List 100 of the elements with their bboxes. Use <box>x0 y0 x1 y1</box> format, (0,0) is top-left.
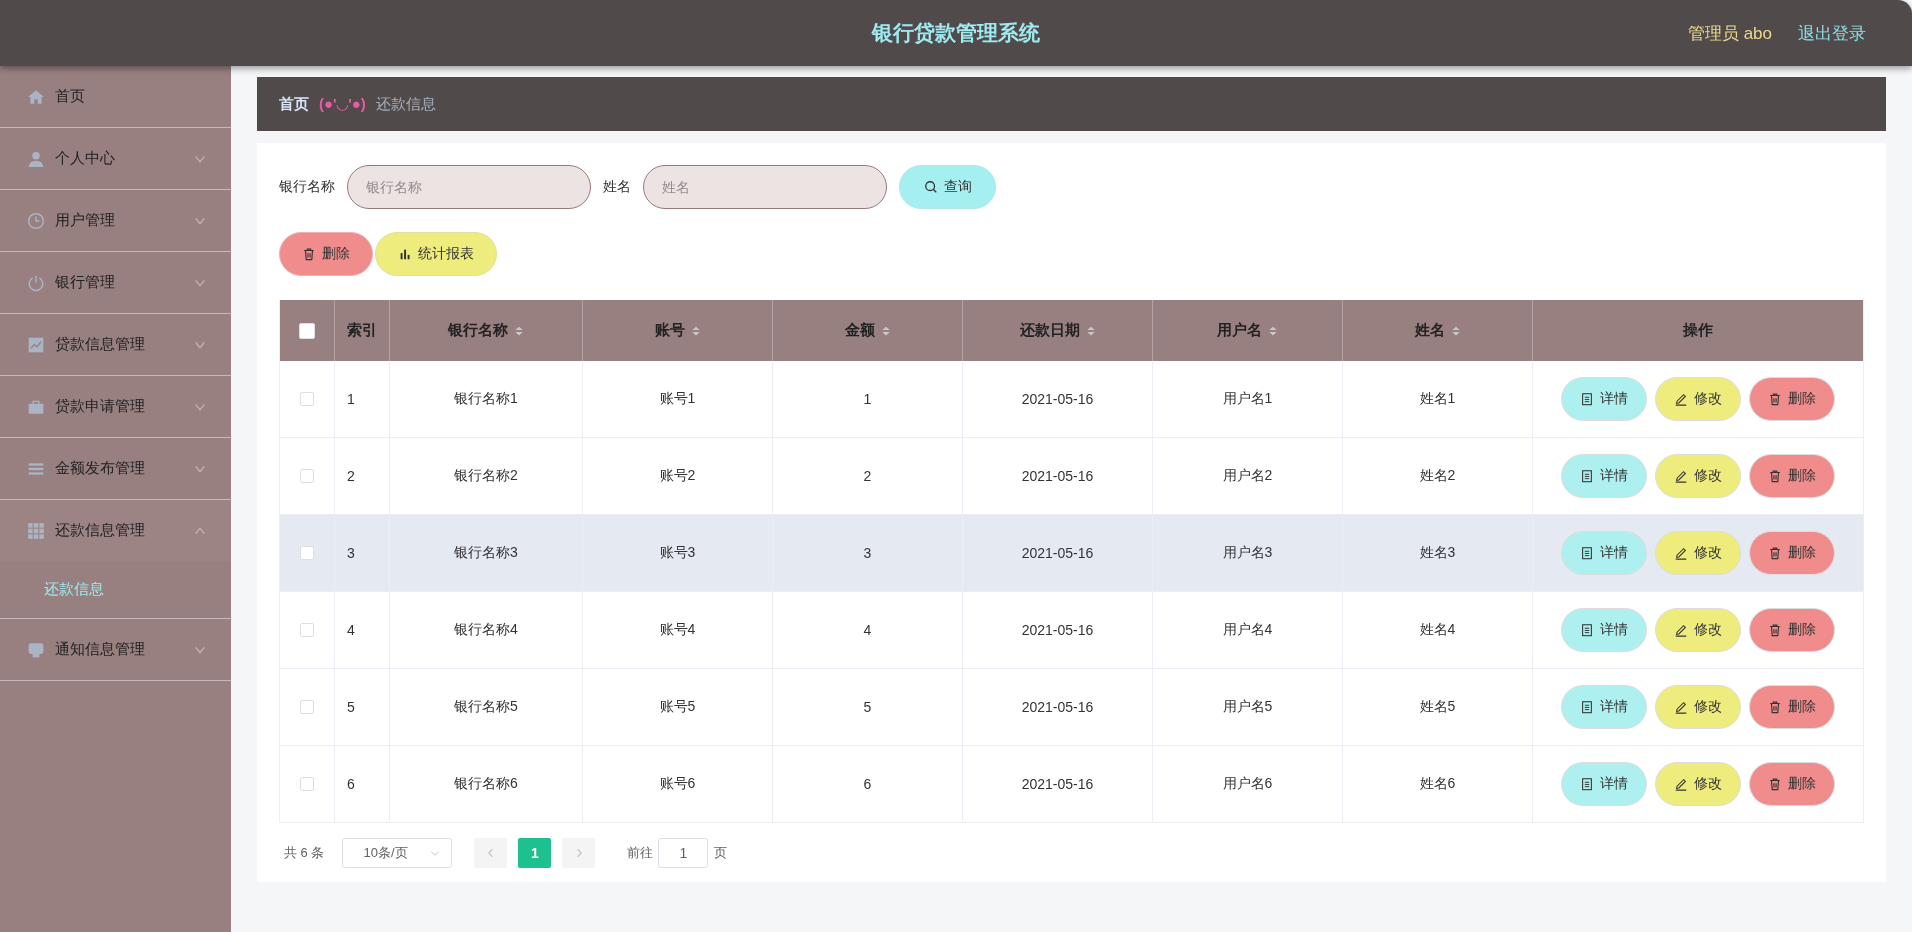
previous-page-button[interactable] <box>474 838 508 868</box>
row-checkbox[interactable] <box>300 777 314 791</box>
document-icon <box>1580 623 1594 637</box>
table-cell: 银行名称6 <box>454 775 518 793</box>
table-cell: 姓名2 <box>1419 467 1456 485</box>
sidebar-item[interactable]: 银行管理 <box>0 252 231 313</box>
edit-button[interactable]: 修改 <box>1655 608 1741 652</box>
total-count: 共 6 条 <box>284 844 325 862</box>
select-all-checkbox[interactable] <box>299 322 315 339</box>
delete-button[interactable]: 删除 <box>1749 377 1835 421</box>
delete-button[interactable]: 删除 <box>1749 531 1835 575</box>
power-icon <box>27 273 45 292</box>
page-size-select[interactable]: 10条/页 <box>342 838 453 868</box>
row-checkbox[interactable] <box>300 546 314 560</box>
table-cell: 银行名称2 <box>454 467 518 485</box>
trash-icon <box>1768 700 1782 714</box>
table-cell: 用户名3 <box>1222 544 1273 562</box>
pencil-icon <box>1674 392 1688 406</box>
next-page-button[interactable] <box>562 838 596 868</box>
row-checkbox[interactable] <box>300 623 314 637</box>
delete-button[interactable]: 删除 <box>1749 685 1835 729</box>
column-header[interactable]: 金额 <box>844 321 891 340</box>
submenu-item[interactable]: 还款信息 <box>0 561 231 618</box>
column-header[interactable]: 账号 <box>654 321 701 340</box>
table-cell: 姓名3 <box>1419 544 1456 562</box>
table-cell: 银行名称5 <box>454 698 518 716</box>
report-button[interactable]: 统计报表 <box>375 232 497 276</box>
table-cell: 账号6 <box>659 775 696 793</box>
table-cell: 姓名6 <box>1419 775 1456 793</box>
table-cell: 用户名6 <box>1222 775 1273 793</box>
sidebar-item[interactable]: 贷款信息管理 <box>0 314 231 375</box>
table-cell: 账号3 <box>659 544 696 562</box>
edit-button[interactable]: 修改 <box>1655 377 1741 421</box>
table-cell: 银行名称3 <box>454 544 518 562</box>
sidebar-item[interactable]: 个人中心 <box>0 128 231 189</box>
pencil-icon <box>1674 623 1688 637</box>
goto-label: 前往 <box>627 844 654 862</box>
sidebar-item[interactable]: 还款信息管理 <box>0 500 231 561</box>
delete-button[interactable]: 删除 <box>1749 454 1835 498</box>
sidebar-item[interactable]: 通知信息管理 <box>0 619 231 680</box>
column-header[interactable]: 银行名称 <box>448 321 524 340</box>
detail-button[interactable]: 详情 <box>1561 377 1647 421</box>
pencil-icon <box>1674 469 1688 483</box>
column-header[interactable]: 索引 <box>347 321 377 340</box>
breadcrumb-home[interactable]: 首页 <box>279 94 309 114</box>
trash-icon <box>1768 546 1782 560</box>
detail-button[interactable]: 详情 <box>1561 685 1647 729</box>
detail-button[interactable]: 详情 <box>1561 454 1647 498</box>
trash-icon <box>1768 392 1782 406</box>
field-label: 银行名称 <box>279 178 335 196</box>
delete-button[interactable]: 删除 <box>1749 608 1835 652</box>
clock-icon <box>27 211 45 230</box>
document-icon <box>1580 546 1594 560</box>
sidebar-item[interactable]: 金额发布管理 <box>0 438 231 499</box>
document-icon <box>1580 777 1594 791</box>
message-icon <box>27 640 45 659</box>
row-checkbox[interactable] <box>300 392 314 406</box>
edit-button[interactable]: 修改 <box>1655 531 1741 575</box>
table-cell: 用户名4 <box>1222 621 1273 639</box>
sidebar-item[interactable]: 用户管理 <box>0 190 231 251</box>
trash-icon <box>1768 623 1782 637</box>
table-cell: 姓名4 <box>1419 621 1456 639</box>
delete-button[interactable]: 删除 <box>1749 762 1835 806</box>
search-button[interactable]: 查询 <box>899 165 996 209</box>
column-header[interactable]: 用户名 <box>1217 321 1278 340</box>
search-field[interactable]: 银行名称 <box>347 165 591 209</box>
column-header[interactable]: 姓名 <box>1414 321 1461 340</box>
edit-button[interactable]: 修改 <box>1655 762 1741 806</box>
column-header[interactable]: 操作 <box>1683 321 1713 340</box>
detail-button[interactable]: 详情 <box>1561 608 1647 652</box>
admin-name: 管理员 abo <box>1687 22 1772 45</box>
document-icon <box>1580 469 1594 483</box>
search-field[interactable]: 姓名 <box>643 165 887 209</box>
logout-link[interactable]: 退出登录 <box>1798 21 1866 45</box>
edit-button[interactable]: 修改 <box>1655 685 1741 729</box>
table-cell: 2021-05-16 <box>1021 391 1094 407</box>
table-cell: 2021-05-16 <box>1021 776 1094 792</box>
page-input[interactable]: 1 <box>658 838 709 868</box>
row-checkbox[interactable] <box>300 700 314 714</box>
pencil-icon <box>1674 777 1688 791</box>
table-cell: 姓名5 <box>1419 698 1456 716</box>
table-cell: 账号1 <box>659 390 696 408</box>
table-cell: 2 <box>863 468 872 484</box>
document-icon <box>1580 700 1594 714</box>
table-cell: 2021-05-16 <box>1021 622 1094 638</box>
trash-icon <box>1768 777 1782 791</box>
detail-button[interactable]: 详情 <box>1561 762 1647 806</box>
detail-button[interactable]: 详情 <box>1561 531 1647 575</box>
delete-button[interactable]: 删除 <box>279 232 373 276</box>
table-cell: 账号4 <box>659 621 696 639</box>
table-cell: 账号5 <box>659 698 696 716</box>
table-cell: 5 <box>347 699 355 715</box>
sidebar-item[interactable]: 贷款申请管理 <box>0 376 231 437</box>
row-checkbox[interactable] <box>300 469 314 483</box>
edit-button[interactable]: 修改 <box>1655 454 1741 498</box>
table-cell: 用户名5 <box>1222 698 1273 716</box>
sidebar-item[interactable]: 首页 <box>0 66 231 127</box>
table-cell: 4 <box>863 622 872 638</box>
column-header[interactable]: 还款日期 <box>1019 321 1096 340</box>
search-icon <box>923 180 938 194</box>
